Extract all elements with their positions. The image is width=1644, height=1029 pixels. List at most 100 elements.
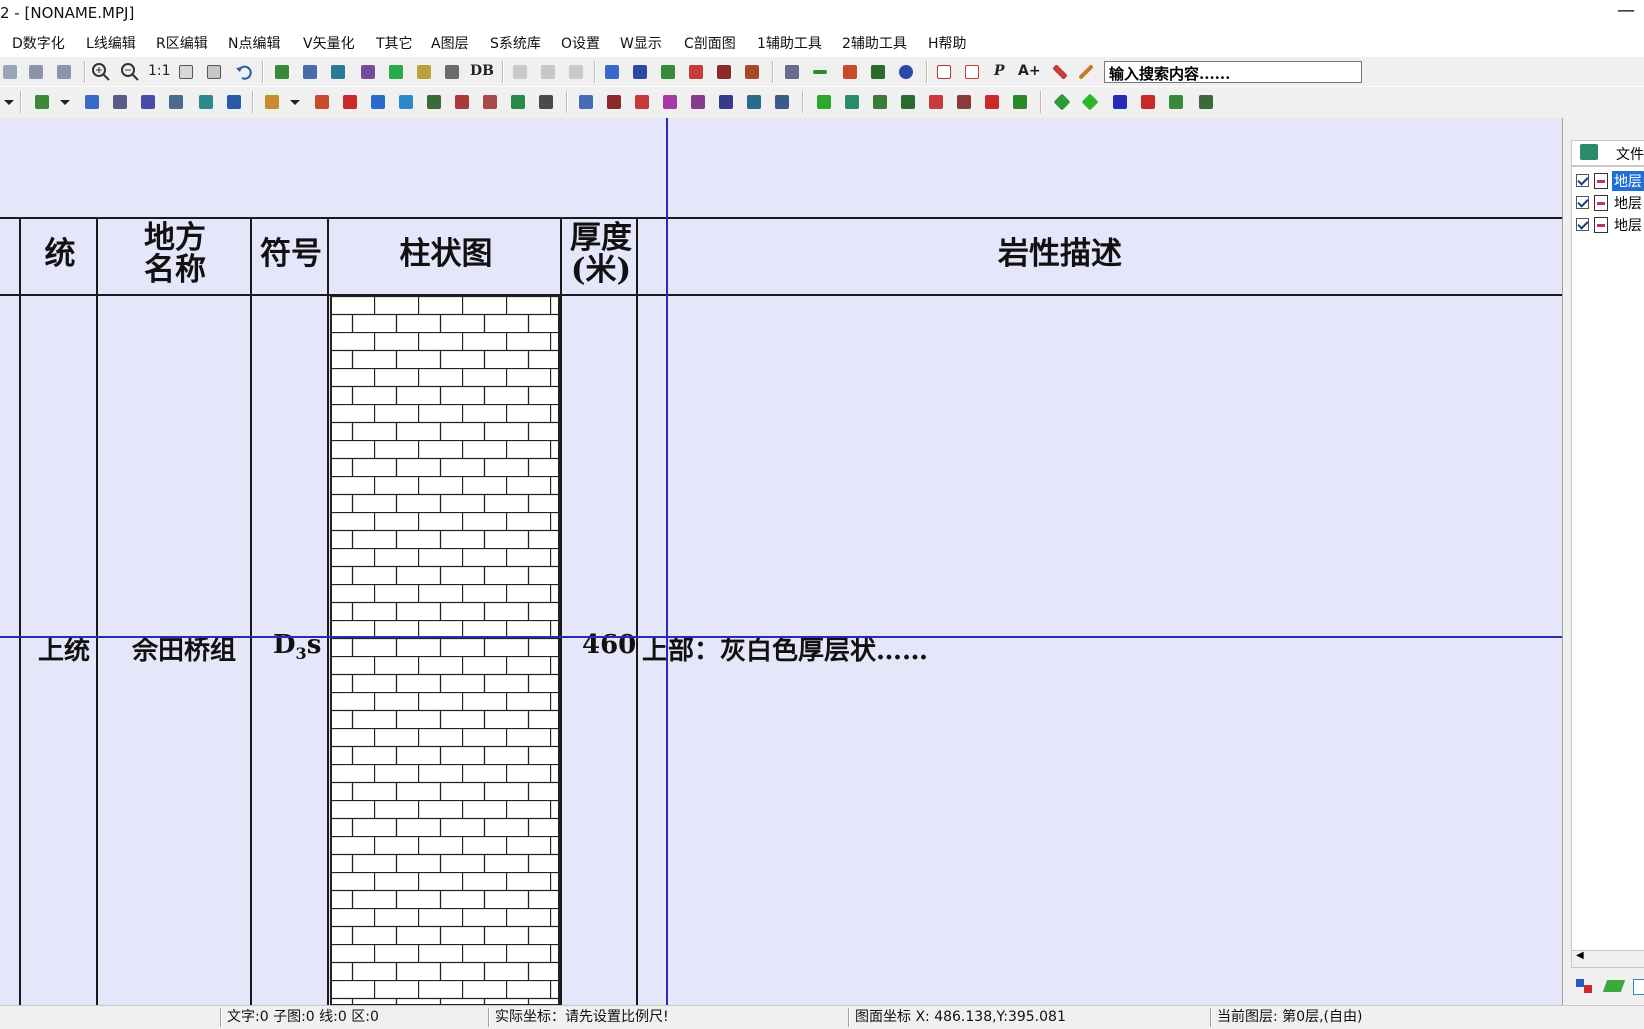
attribute-icon[interactable] [138,92,158,112]
layer-item[interactable]: 地层 [1576,193,1644,213]
clip-line-icon[interactable] [536,92,556,112]
region-grid-icon[interactable] [604,92,624,112]
point-rotate-icon[interactable] [926,92,946,112]
save-icon[interactable] [26,62,46,82]
line-node-icon[interactable] [82,92,102,112]
extend-line-icon[interactable] [452,92,472,112]
layer-visible-checkbox[interactable] [1576,196,1589,209]
point-move-icon[interactable] [842,92,862,112]
params-icon[interactable] [166,92,186,112]
save-all-icon[interactable] [54,62,74,82]
frame-icon[interactable] [328,62,348,82]
draw-line-icon[interactable] [262,92,282,112]
line-icon[interactable] [810,62,830,82]
menu-point-edit[interactable]: N点编辑 [228,33,280,53]
zoom-out-icon[interactable] [120,62,140,82]
undo-icon[interactable] [234,62,254,82]
search-input[interactable]: 输入搜索内容...... [1104,61,1362,83]
chevron-down-icon[interactable] [2,92,16,112]
menu-profile[interactable]: C剖面图 [684,33,736,53]
copy-layer-icon[interactable] [686,62,706,82]
menu-other[interactable]: T其它 [376,33,413,53]
chart-icon[interactable] [742,62,762,82]
print-icon[interactable] [358,62,378,82]
marker-icon[interactable] [1050,62,1070,82]
layer-item[interactable]: 地层 [1576,215,1644,235]
region-cut-icon[interactable] [632,92,652,112]
panel-layers-icon[interactable] [1602,976,1626,996]
layer-item[interactable]: 地层 [1576,171,1644,191]
open-file-icon[interactable] [0,62,20,82]
hammer-icon[interactable] [442,62,462,82]
panel-tree-view-icon[interactable] [1573,976,1595,996]
transfer-icon[interactable] [630,62,650,82]
p-button[interactable]: P [994,63,1005,79]
region-attr-icon[interactable] [772,92,792,112]
db-button[interactable]: DB [470,63,494,79]
chevron-down-icon[interactable] [58,92,72,112]
point-align-icon[interactable] [954,92,974,112]
grid-edit-icon[interactable] [224,92,244,112]
panel-horizontal-scrollbar[interactable]: ◀ [1571,950,1644,968]
region-fill-icon[interactable] [660,92,680,112]
point-icon[interactable] [934,62,954,82]
panel-tab[interactable]: 文件 [1571,140,1644,166]
point-add-icon[interactable] [814,92,834,112]
move-line-icon[interactable] [424,92,444,112]
region-split-icon[interactable] [716,92,736,112]
select-tool-icon[interactable] [32,92,52,112]
minimize-button[interactable]: — [1614,0,1638,24]
database-icon[interactable] [414,62,434,82]
diamond-icon[interactable] [1080,92,1100,112]
menu-area-edit[interactable]: R区编辑 [156,33,208,53]
point-grid-icon[interactable] [1010,92,1030,112]
menu-aux-tools-2[interactable]: 2辅助工具 [842,33,907,53]
menu-system-lib[interactable]: S系统库 [490,33,541,53]
pencil-icon[interactable] [1076,62,1096,82]
copy-icon[interactable] [538,62,558,82]
layer-visible-checkbox[interactable] [1576,218,1589,231]
point-attr-icon[interactable] [982,92,1002,112]
filter-icon[interactable] [658,62,678,82]
zoom-one-to-one-button[interactable]: 1:1 [148,63,171,79]
menu-line-edit[interactable]: L线编辑 [86,33,136,53]
window-icon[interactable] [300,62,320,82]
restore-view-icon[interactable] [204,62,224,82]
panel-more-icon[interactable] [1631,976,1644,996]
cut-icon[interactable] [510,62,530,82]
curve-icon[interactable] [110,92,130,112]
menu-digitize[interactable]: D数字化 [12,33,65,53]
flag-icon[interactable] [1110,92,1130,112]
symbol-icon[interactable] [1052,92,1072,112]
menu-vectorize[interactable]: V矢量化 [303,33,355,53]
globe-icon[interactable] [896,62,916,82]
home-icon[interactable] [962,62,982,82]
grid-icon[interactable] [272,62,292,82]
merge-icon[interactable] [714,62,734,82]
menu-display[interactable]: W显示 [620,33,662,53]
a-plus-button[interactable]: A+ [1018,63,1041,79]
node-edit-icon[interactable] [508,92,528,112]
brush-icon[interactable] [868,62,888,82]
delete-line-icon[interactable] [340,92,360,112]
menu-help[interactable]: H帮助 [928,33,967,53]
pattern-edit-icon[interactable] [1196,92,1216,112]
layer-file-icon[interactable] [602,62,622,82]
paste-icon[interactable] [566,62,586,82]
scroll-left-icon[interactable]: ◀ [1576,950,1584,961]
zoom-in-icon[interactable] [91,62,111,82]
menu-settings[interactable]: O设置 [561,33,600,53]
region-link-icon[interactable] [744,92,764,112]
layer-visible-checkbox[interactable] [1576,174,1589,187]
pattern-icon[interactable] [1166,92,1186,112]
edit-line-icon[interactable] [196,92,216,112]
shapes-icon[interactable] [1138,92,1158,112]
region-merge-icon[interactable] [688,92,708,112]
region-select-icon[interactable] [576,92,596,112]
split-line-icon[interactable] [368,92,388,112]
point-copy-icon[interactable] [870,92,890,112]
menu-aux-tools-1[interactable]: 1辅助工具 [757,33,822,53]
point-delete-icon[interactable] [898,92,918,112]
chevron-down-icon[interactable] [288,92,302,112]
menu-layer[interactable]: A图层 [431,33,469,53]
